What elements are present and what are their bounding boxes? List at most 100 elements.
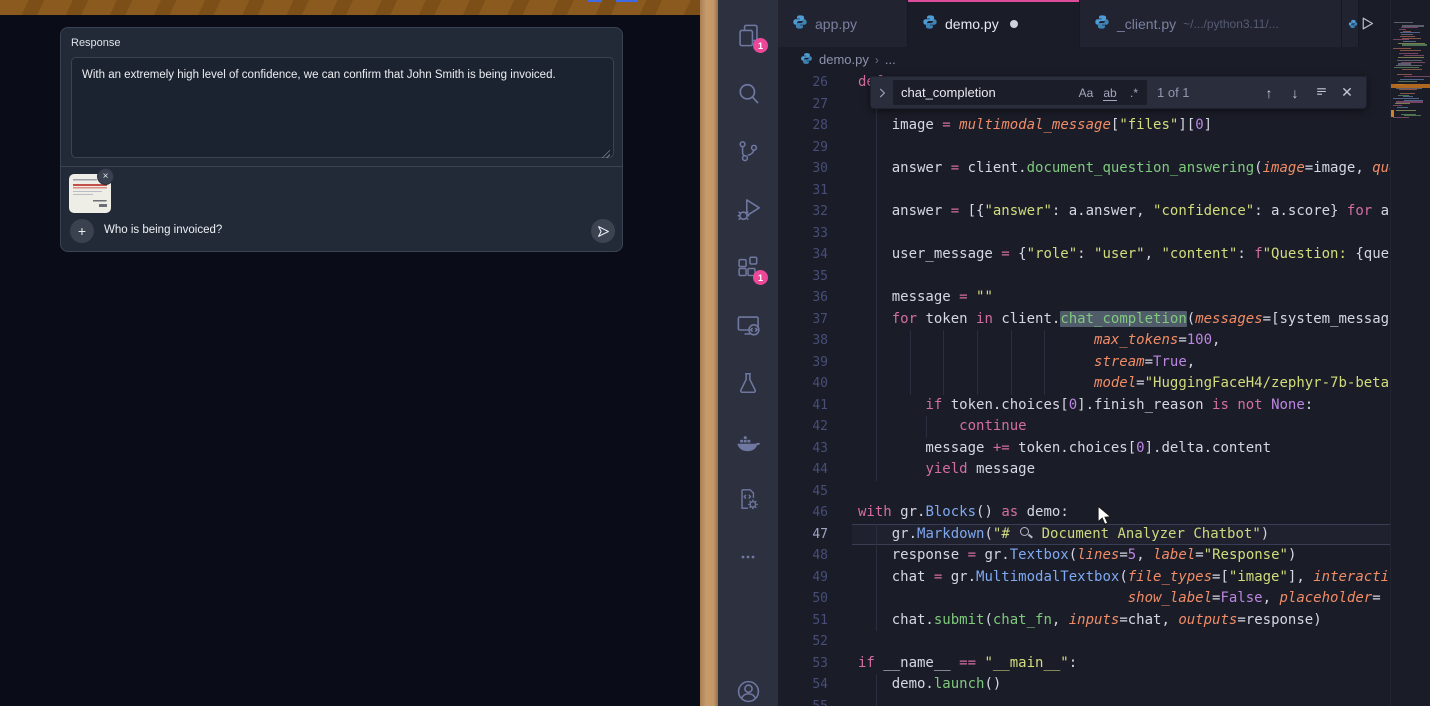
code-line-38[interactable]: 38 max_tokens=100, [778,330,1390,352]
code-editor[interactable]: 26def2728 image = multimodal_message["fi… [778,72,1390,706]
code-line-46[interactable]: 46with gr.Blocks() as demo: [778,502,1390,524]
badge: 1 [753,270,768,285]
line-content: message += token.choices[0].delta.conten… [858,438,1271,460]
breadcrumb-file[interactable]: demo.py [819,52,869,67]
code-line-28[interactable]: 28 image = multimodal_message["files"][0… [778,115,1390,137]
code-line-49[interactable]: 49 chat = gr.MultimodalTextbox(file_type… [778,567,1390,589]
chat-input[interactable]: Who is being invoiced? [104,224,222,236]
line-number: 33 [778,223,828,245]
line-content: continue [858,416,1027,438]
tools-file-icon[interactable] [718,470,778,528]
code-line-35[interactable]: 35 [778,266,1390,288]
line-number: 47 [778,524,828,546]
minimap[interactable] [1390,0,1430,706]
paper-plane-icon [597,225,610,238]
account-icon[interactable] [718,678,778,706]
search-icon[interactable] [718,64,778,122]
unsaved-dot-icon [1010,20,1018,28]
explorer-files-icon[interactable]: 1 [718,6,778,64]
magnifier-emoji [1018,527,1033,539]
minimap-line [1398,57,1424,58]
find-in-selection-button[interactable] [1308,85,1334,101]
code-line-55[interactable]: 55 [778,696,1390,706]
code-line-47[interactable]: 47 gr.Markdown("# Document Analyzer Chat… [778,524,1390,546]
code-line-36[interactable]: 36 message = "" [778,287,1390,309]
tab-_client.py[interactable]: _client.py~/.../python3.11/... [1080,0,1342,47]
line-content: for token in client.chat_completion(mess… [858,309,1390,331]
line-number: 48 [778,545,828,567]
minimap-line [1397,107,1408,108]
tab-label: app.py [815,16,857,32]
code-line-30[interactable]: 30 answer = client.document_question_ans… [778,158,1390,180]
code-line-44[interactable]: 44 yield message [778,459,1390,481]
whole-word-toggle[interactable]: ab [1099,86,1121,100]
code-line-50[interactable]: 50 show_label=False, placeholder= [778,588,1390,610]
line-number: 46 [778,502,828,524]
tab-app.py[interactable]: app.py [778,0,908,47]
code-line-34[interactable]: 34 user_message = {"role": "user", "cont… [778,244,1390,266]
line-content: demo.launch() [858,674,1001,696]
response-label: Response [71,37,121,49]
code-line-33[interactable]: 33 [778,223,1390,245]
remote-explorer-icon[interactable] [718,296,778,354]
line-number: 30 [778,158,828,180]
background-window-sliver [588,0,602,2]
minimap-line [1399,89,1417,90]
line-number: 52 [778,631,828,653]
code-line-31[interactable]: 31 [778,180,1390,202]
line-number: 37 [778,309,828,331]
tab-path: ~/.../python3.11/... [1183,17,1279,31]
code-line-54[interactable]: 54 demo.launch() [778,674,1390,696]
code-line-53[interactable]: 53if __name__ == "__main__": [778,653,1390,675]
gradio-app-panel: Response With an extremely high level of… [0,0,700,706]
add-file-button[interactable]: + [70,219,94,243]
minimap-line [1396,110,1416,111]
tab-demo.py[interactable]: demo.py [908,0,1080,47]
line-content: user_message = {"role": "user", "content… [858,244,1390,266]
previous-match-button[interactable]: ↑ [1256,85,1282,101]
testing-flask-icon[interactable] [718,354,778,412]
python-icon [1094,14,1110,33]
code-line-37[interactable]: 37 for token in client.chat_completion(m… [778,309,1390,331]
close-find-button[interactable]: ✕ [1334,84,1360,101]
find-results-count: 1 of 1 [1157,85,1190,100]
line-number: 49 [778,567,828,589]
line-number: 35 [778,266,828,288]
breadcrumb: demo.py › ... [778,47,1430,72]
code-line-43[interactable]: 43 message += token.choices[0].delta.con… [778,438,1390,460]
match-case-toggle[interactable]: Aa [1075,86,1097,100]
more-icon[interactable] [718,528,778,586]
extensions-icon[interactable]: 1 [718,238,778,296]
code-line-48[interactable]: 48 response = gr.Textbox(lines=5, label=… [778,545,1390,567]
source-control-icon[interactable] [718,122,778,180]
activity-bar: 11 [718,0,778,706]
response-textarea[interactable]: With an extremely high level of confiden… [71,57,614,158]
next-match-button[interactable]: ↓ [1282,85,1308,101]
run-icon[interactable] [1359,15,1376,32]
regex-toggle[interactable]: .* [1123,86,1145,100]
code-line-51[interactable]: 51 chat.submit(chat_fn, inputs=chat, out… [778,610,1390,632]
code-line-41[interactable]: 41 if token.choices[0].finish_reason is … [778,395,1390,417]
tab-bar: app.py demo.py _client.py~/.../python3.11/… [778,0,1430,47]
line-content: max_tokens=100, [858,330,1220,352]
find-input[interactable]: chat_completion Aa ab .* [893,80,1147,105]
run-debug-icon[interactable] [718,180,778,238]
code-line-40[interactable]: 40 model="HuggingFaceH4/zephyr-7b-beta") [778,373,1390,395]
line-number: 40 [778,373,828,395]
remove-attachment-button[interactable]: × [97,168,114,185]
code-line-42[interactable]: 42 continue [778,416,1390,438]
code-line-29[interactable]: 29 [778,137,1390,159]
code-line-32[interactable]: 32 answer = [{"answer": a.answer, "confi… [778,201,1390,223]
send-button[interactable] [591,219,615,243]
line-number: 42 [778,416,828,438]
partial-tab[interactable] [1342,0,1359,47]
code-line-39[interactable]: 39 stream=True, [778,352,1390,374]
code-line-45[interactable]: 45 [778,481,1390,503]
docker-whale-icon[interactable] [718,412,778,470]
toggle-replace-chevron-icon[interactable] [871,77,893,108]
tab-label: demo.py [945,16,999,32]
line-number: 43 [778,438,828,460]
breadcrumb-symbol[interactable]: ... [885,52,896,67]
code-line-52[interactable]: 52 [778,631,1390,653]
line-number: 38 [778,330,828,352]
